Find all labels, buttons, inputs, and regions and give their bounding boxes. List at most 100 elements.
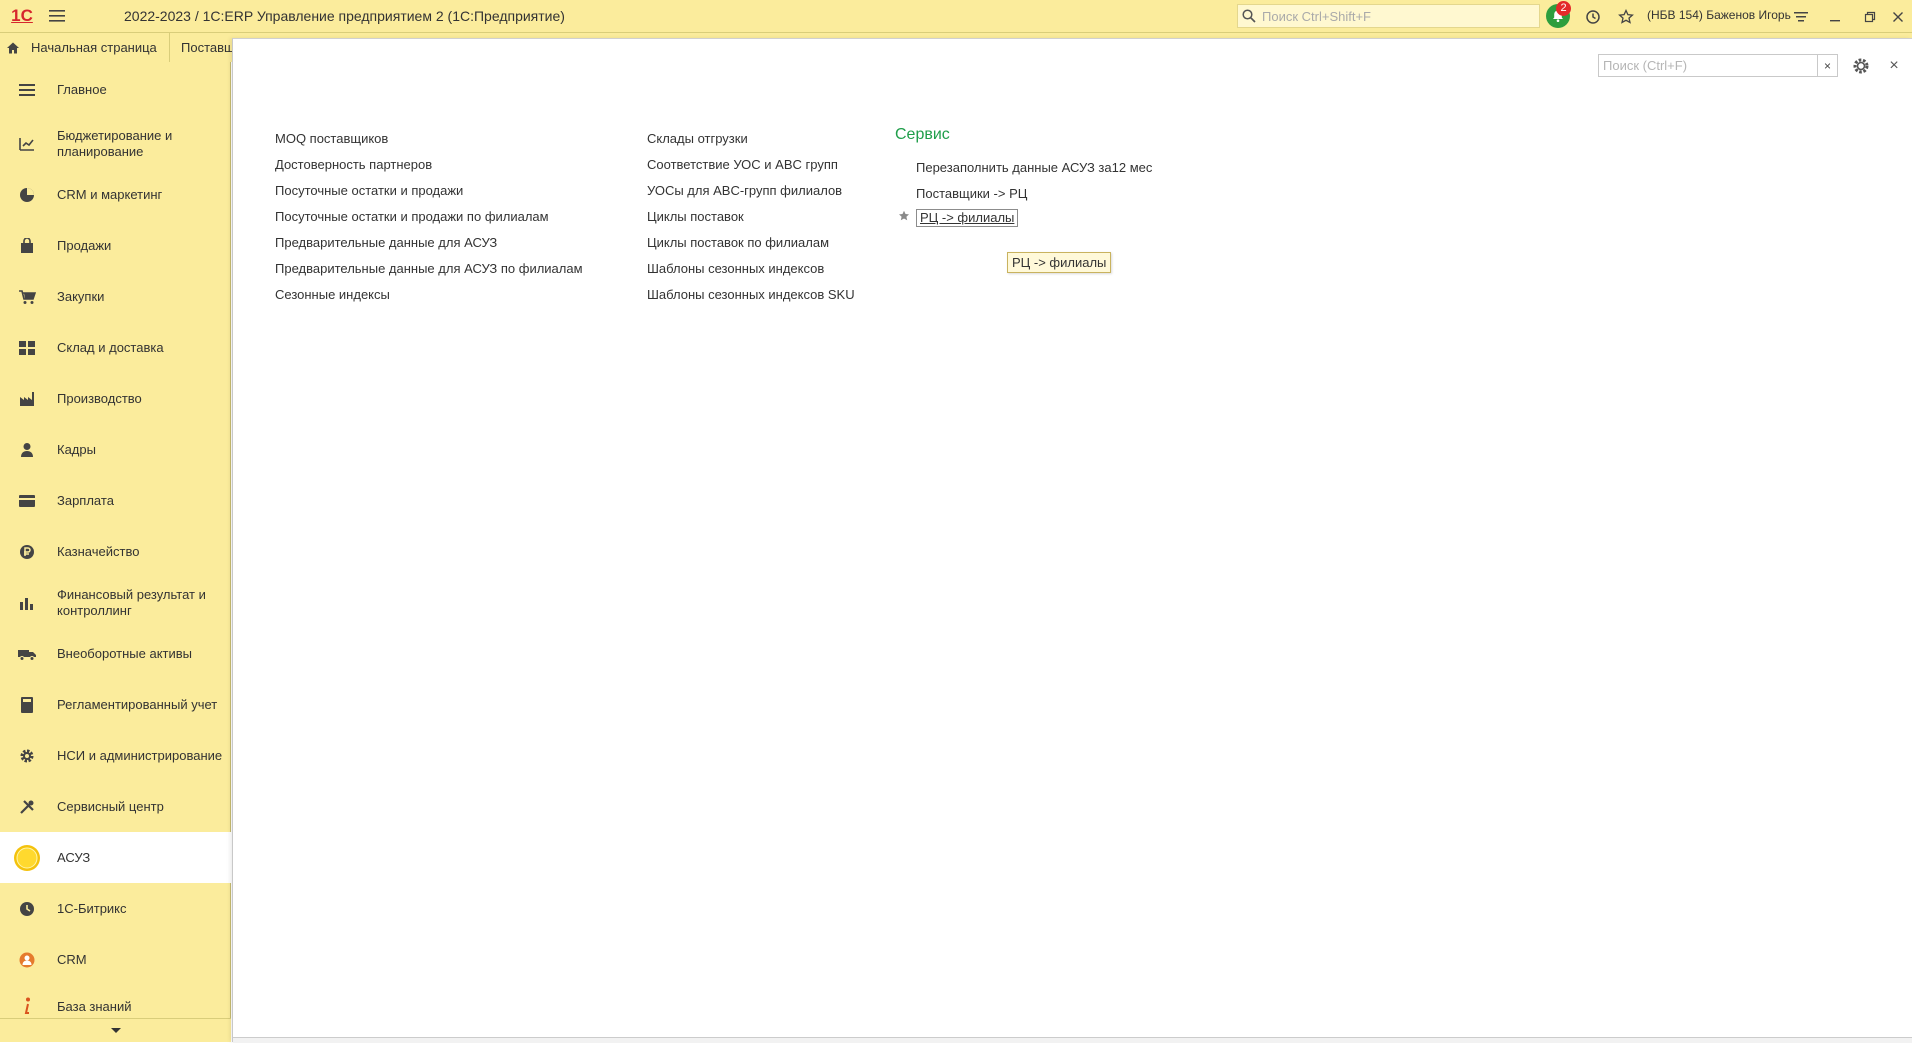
panel-close-button[interactable]: × (1884, 55, 1904, 77)
link-shipping-warehouses[interactable]: Склады отгрузки (647, 131, 748, 146)
main-menu-button[interactable] (42, 0, 72, 33)
user-name[interactable]: (НБВ 154) Баженов Игорь (1647, 8, 1791, 22)
global-search-input[interactable] (1260, 7, 1530, 25)
tab-label: Поставщ (181, 40, 232, 55)
info-icon (16, 995, 38, 1017)
sidebar-item-label: Зарплата (57, 492, 114, 508)
link-seasonal-templates[interactable]: Шаблоны сезонных индексов (647, 261, 824, 276)
sidebar-scroll-down-button[interactable] (0, 1018, 231, 1042)
link-refill-asuz-data[interactable]: Перезаполнить данные АСУЗ за12 мес (916, 160, 1152, 175)
search-clear-button[interactable]: × (1818, 54, 1838, 77)
link-suppliers-to-dc[interactable]: Поставщики -> РЦ (916, 186, 1027, 201)
restore-icon (1864, 11, 1876, 23)
cart-icon (16, 286, 38, 308)
link-preliminary-data[interactable]: Предварительные данные для АСУЗ (275, 235, 497, 250)
sidebar-item-asuz[interactable]: АСУЗ (0, 832, 231, 883)
settings-menu-button[interactable] (1788, 4, 1814, 30)
tab-label: Начальная страница (31, 40, 157, 55)
tooltip: РЦ -> филиалы (1007, 252, 1112, 273)
chevron-down-icon (110, 1027, 121, 1033)
pie-chart-icon (16, 184, 38, 206)
truck-icon (16, 643, 38, 665)
link-moq-suppliers[interactable]: MOQ поставщиков (275, 131, 388, 146)
restore-button[interactable] (1857, 4, 1883, 30)
bitrix-icon (16, 898, 38, 920)
tools-icon (16, 796, 38, 818)
sidebar-item-treasury[interactable]: Казначейство (0, 526, 231, 577)
sidebar-item-label: Склад и доставка (57, 339, 164, 355)
ruble-coin-icon (16, 541, 38, 563)
sidebar-item-warehouse[interactable]: Склад и доставка (0, 322, 231, 373)
sidebar-item-crm-marketing[interactable]: CRM и маркетинг (0, 169, 231, 220)
star-icon (1618, 9, 1634, 24)
sidebar-item-label: НСИ и администрирование (57, 747, 223, 763)
minimize-button[interactable] (1822, 4, 1848, 30)
service-group-title: Сервис (895, 126, 950, 143)
link-daily-stock-sales-branches[interactable]: Посуточные остатки и продажи по филиалам (275, 209, 549, 224)
minimize-icon (1830, 20, 1840, 22)
link-dc-to-branches[interactable]: РЦ -> филиалы (916, 209, 1019, 227)
local-search-input[interactable] (1599, 57, 1814, 74)
sidebar-item-label: Внеоборотные активы (57, 645, 193, 661)
link-preliminary-data-branches[interactable]: Предварительные данные для АСУЗ по филиа… (275, 261, 583, 276)
link-daily-stock-sales[interactable]: Посуточные остатки и продажи (275, 183, 463, 198)
favorites-button[interactable] (1613, 4, 1639, 30)
sidebar-item-label: Казначейство (57, 543, 140, 559)
person-icon (16, 439, 38, 461)
link-seasonal-templates-sku[interactable]: Шаблоны сезонных индексов SKU (647, 287, 855, 302)
sidebar-item-label: Регламентированный учет (57, 696, 218, 712)
link-uos-abc-branches[interactable]: УОСы для ABC-групп филиалов (647, 183, 842, 198)
close-icon: × (1889, 57, 1899, 74)
sidebar-item-nsi-admin[interactable]: НСИ и администрирование (0, 730, 231, 781)
sidebar-item-regulated-accounting[interactable]: Регламентированный учет (0, 679, 231, 730)
sections-panel: Главное Бюджетирование и планирование CR… (0, 62, 231, 1042)
sidebar-item-label: Продажи (57, 237, 112, 253)
sidebar-item-label: Главное (57, 82, 107, 97)
clear-icon: × (1823, 58, 1831, 73)
sidebar-item-salary[interactable]: Зарплата (0, 475, 231, 526)
sidebar-item-knowledge-base[interactable]: База знаний (0, 985, 231, 1018)
bar-chart-icon (16, 592, 38, 614)
calculator-icon (16, 694, 38, 716)
sidebar-item-service-center[interactable]: Сервисный центр (0, 781, 231, 832)
sidebar-item-label: CRM и маркетинг (57, 186, 163, 202)
tab-suppliers[interactable]: Поставщ (170, 33, 232, 62)
global-search-box[interactable] (1237, 4, 1540, 28)
sidebar-item-crm[interactable]: CRM (0, 934, 231, 985)
sidebar-item-label: АСУЗ (57, 849, 91, 865)
tab-home[interactable]: Начальная страница (0, 33, 170, 62)
list-icon (16, 79, 38, 101)
history-button[interactable] (1580, 4, 1606, 30)
sidebar-item-main[interactable]: Главное (0, 62, 231, 118)
crm-person-icon (16, 949, 38, 971)
link-seasonal-indexes[interactable]: Сезонные индексы (275, 287, 390, 302)
sidebar-item-sales[interactable]: Продажи (0, 220, 231, 271)
sidebar-item-financial-result[interactable]: Финансовый результат и контроллинг (0, 577, 231, 628)
link-partner-reliability[interactable]: Достоверность партнеров (275, 157, 432, 172)
home-icon (6, 41, 20, 55)
wallet-icon (16, 490, 38, 512)
close-icon (1893, 12, 1903, 22)
sidebar-item-fixed-assets[interactable]: Внеоборотные активы (0, 628, 231, 679)
sidebar-item-production[interactable]: Производство (0, 373, 231, 424)
window-close-button[interactable] (1885, 4, 1911, 30)
local-search-box[interactable] (1598, 54, 1818, 77)
window-title: 2022-2023 / 1С:ERP Управление предприяти… (124, 8, 565, 24)
sidebar-item-budgeting[interactable]: Бюджетирование и планирование (0, 118, 231, 169)
sidebar-item-bitrix[interactable]: 1С-Битрикс (0, 883, 231, 934)
link-delivery-cycles[interactable]: Циклы поставок (647, 209, 744, 224)
notifications-badge: 2 (1556, 1, 1571, 16)
budget-icon (16, 133, 38, 155)
sidebar-item-label: Бюджетирование и планирование (57, 127, 173, 159)
favorite-star-icon[interactable] (897, 209, 911, 223)
warehouse-icon (16, 337, 38, 359)
link-uos-abc-match[interactable]: Соответствие УОС и ABC групп (647, 157, 838, 172)
sidebar-item-hr[interactable]: Кадры (0, 424, 231, 475)
link-delivery-cycles-branches[interactable]: Циклы поставок по филиалам (647, 235, 829, 250)
status-strip (233, 1037, 1912, 1043)
sidebar-item-label: 1С-Битрикс (57, 900, 127, 916)
lines-menu-icon (1794, 12, 1808, 22)
sidebar-item-purchases[interactable]: Закупки (0, 271, 231, 322)
gear-icon (16, 745, 38, 767)
settings-button[interactable] (1850, 55, 1872, 77)
